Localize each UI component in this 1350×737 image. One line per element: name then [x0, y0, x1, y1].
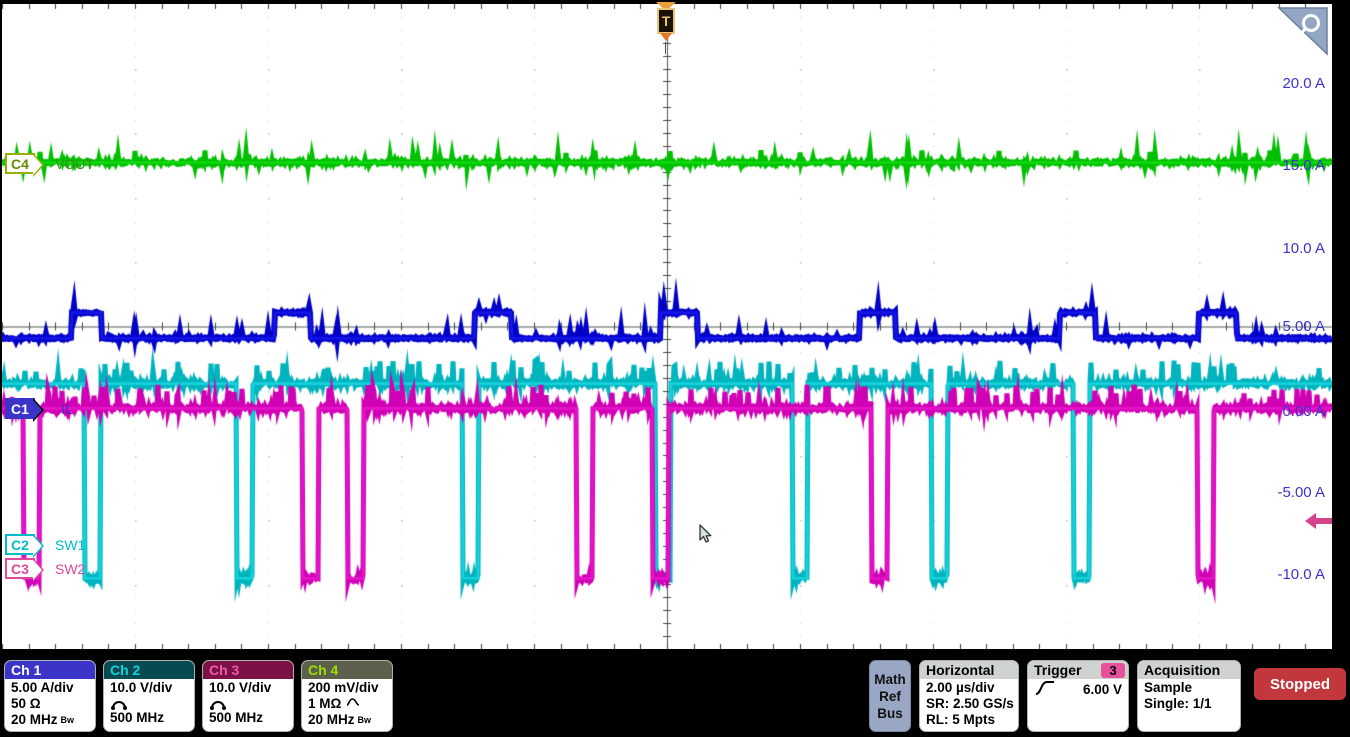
horizontal-record-length: RL: 5 Mpts: [926, 712, 995, 727]
ac-coupling-icon: [346, 696, 360, 712]
acquisition-card-header: Acquisition: [1138, 661, 1240, 679]
graticule-right-rail: [1332, 0, 1337, 655]
channel-card-ch3[interactable]: Ch 3 10.0 V/div 500 MHz: [202, 660, 294, 732]
channel-card-ch2-header: Ch 2: [104, 661, 194, 679]
run-stop-status-button[interactable]: Stopped: [1254, 668, 1346, 700]
channel-marker-c4[interactable]: C4 VOUT: [5, 153, 94, 177]
v-scale-label-10: 10.0 A: [1282, 240, 1325, 257]
channel-card-ch1-body: 5.00 A/div 50 Ω 20 MHz Bw: [5, 679, 95, 728]
ch1-coupling: 50 Ω: [11, 696, 41, 711]
badge-arrow-inner: [33, 560, 42, 580]
channel-card-ch2-body: 10.0 V/div 500 MHz: [104, 679, 194, 726]
channel-card-ch2[interactable]: Ch 2 10.0 V/div 500 MHz: [103, 660, 195, 732]
ch1-bandwidth: 20 MHz: [11, 712, 58, 727]
channel-badge-c3-text: C3: [11, 560, 29, 577]
channel-marker-c1[interactable]: C1 IL: [5, 398, 73, 422]
v-scale-label-5: 5.00 A: [1282, 318, 1325, 335]
probe-icon: [110, 696, 130, 710]
ch4-bandwidth-row: 20 MHz Bw: [308, 712, 386, 728]
channel-badge-c1[interactable]: C1: [5, 398, 44, 422]
channel-marker-c4-label: VOUT: [55, 155, 94, 172]
horizontal-sample-rate: SR: 2.50 GS/s: [926, 696, 1014, 711]
ch1-scale: 5.00 A/div: [11, 680, 74, 695]
probe-icon: [209, 696, 229, 710]
channel-card-ch3-body: 10.0 V/div 500 MHz: [203, 679, 293, 726]
trigger-card[interactable]: Trigger 3 6.00 V: [1027, 660, 1129, 732]
channel-card-ch4[interactable]: Ch 4 200 mV/div 1 MΩ 20 MHz Bw: [301, 660, 393, 732]
trigger-marker-bottom-arrow-icon: [660, 33, 672, 41]
mouse-cursor: [699, 524, 713, 544]
ch2-bandwidth: 500 MHz: [110, 710, 165, 725]
channel-badge-c4-text: C4: [11, 155, 29, 172]
v-scale-label-neg5: -5.00 A: [1277, 484, 1325, 501]
dot: [1338, 352, 1345, 359]
channel-card-ch4-body: 200 mV/div 1 MΩ 20 MHz Bw: [302, 679, 392, 728]
trigger-card-title: Trigger: [1034, 662, 1082, 678]
badge-arrow-inner: [33, 400, 42, 420]
horizontal-card[interactable]: Horizontal 2.00 µs/div SR: 2.50 GS/s RL:…: [919, 660, 1019, 732]
trigger-source-badge[interactable]: 3: [1101, 662, 1125, 678]
zoom-magnifier-icon[interactable]: [1277, 6, 1329, 56]
math-ref-bus-panel[interactable]: Math Ref Bus: [869, 660, 911, 732]
horizontal-card-body: 2.00 µs/div SR: 2.50 GS/s RL: 5 Mpts: [920, 679, 1018, 728]
math-button[interactable]: Math: [874, 671, 906, 688]
ch4-coupling-row: 1 MΩ: [308, 696, 386, 712]
channel-marker-c2[interactable]: C2 SW1: [5, 534, 86, 558]
ch2-scale: 10.0 V/div: [110, 680, 173, 695]
v-scale-label-neg10: -10.0 A: [1277, 566, 1325, 583]
horizontal-scale: 2.00 µs/div: [926, 680, 995, 695]
dot: [1338, 322, 1345, 329]
acquisition-card[interactable]: Acquisition Sample Single: 1/1: [1137, 660, 1241, 732]
channel-badge-c2-text: C2: [11, 536, 29, 553]
channel-marker-c1-label: IL: [61, 400, 73, 417]
badge-arrow-inner: [33, 155, 42, 175]
ch4-scale: 200 mV/div: [308, 680, 379, 695]
dot: [1338, 337, 1345, 344]
waveform-layer: [2, 4, 1332, 649]
trigger-position-line: [665, 42, 666, 54]
channel-badge-c3[interactable]: C3: [5, 558, 44, 582]
bus-button[interactable]: Bus: [877, 705, 903, 722]
acquisition-sequence: Single: 1/1: [1144, 696, 1212, 711]
channel-marker-c2-label: SW1: [55, 536, 86, 553]
three-dots-icon[interactable]: [1338, 322, 1346, 360]
trigger-marker-box: T: [657, 8, 675, 34]
oscilloscope-screen: 20.0 A 15.0 A 10.0 A 5.00 A 0.00 A -5.00…: [0, 0, 1350, 737]
trigger-position-marker[interactable]: T: [654, 2, 678, 44]
channel-marker-c3-label: SW2: [55, 560, 86, 577]
v-scale-label-0: 0.00 A: [1282, 403, 1325, 420]
acquisition-card-body: Sample Single: 1/1: [1138, 679, 1240, 712]
trigger-level-marker[interactable]: [1305, 511, 1333, 531]
ch4-bw-sub: Bw: [357, 715, 372, 725]
bottom-settings-bar: Ch 1 5.00 A/div 50 Ω 20 MHz Bw Ch 2 10.0…: [0, 655, 1350, 737]
badge-arrow-inner: [33, 536, 42, 556]
waveform-graticule[interactable]: [2, 4, 1332, 649]
channel-badge-c2[interactable]: C2: [5, 534, 44, 558]
channel-badge-c1-text: C1: [11, 400, 29, 417]
ch3-bandwidth: 500 MHz: [209, 710, 264, 725]
ch3-scale: 10.0 V/div: [209, 680, 272, 695]
ch1-bw-sub: Bw: [60, 715, 75, 725]
channel-card-ch3-header: Ch 3: [203, 661, 293, 679]
ch4-coupling: 1 MΩ: [308, 696, 342, 711]
horizontal-card-header: Horizontal: [920, 661, 1018, 679]
ch4-bandwidth: 20 MHz: [308, 712, 355, 727]
acquisition-mode: Sample: [1144, 680, 1193, 695]
channel-marker-c3[interactable]: C3 SW2: [5, 558, 86, 582]
ref-button[interactable]: Ref: [879, 688, 901, 705]
ch3-probe-icon-row: [209, 696, 287, 710]
trigger-card-header: Trigger 3: [1028, 661, 1128, 679]
channel-card-ch1-header: Ch 1: [5, 661, 95, 679]
v-scale-label-15: 15.0 A: [1282, 157, 1325, 174]
trigger-level-row: 6.00 V: [1034, 680, 1122, 700]
channel-card-ch1[interactable]: Ch 1 5.00 A/div 50 Ω 20 MHz Bw: [4, 660, 96, 732]
rising-edge-icon: [1034, 680, 1056, 700]
trigger-level-value: 6.00 V: [1082, 682, 1122, 697]
trigger-card-body: 6.00 V: [1028, 679, 1128, 700]
channel-badge-c4[interactable]: C4: [5, 153, 44, 177]
ch2-probe-icon-row: [110, 696, 188, 710]
channel-card-ch4-header: Ch 4: [302, 661, 392, 679]
v-scale-label-20: 20.0 A: [1282, 75, 1325, 92]
ch1-bandwidth-row: 20 MHz Bw: [11, 712, 89, 728]
